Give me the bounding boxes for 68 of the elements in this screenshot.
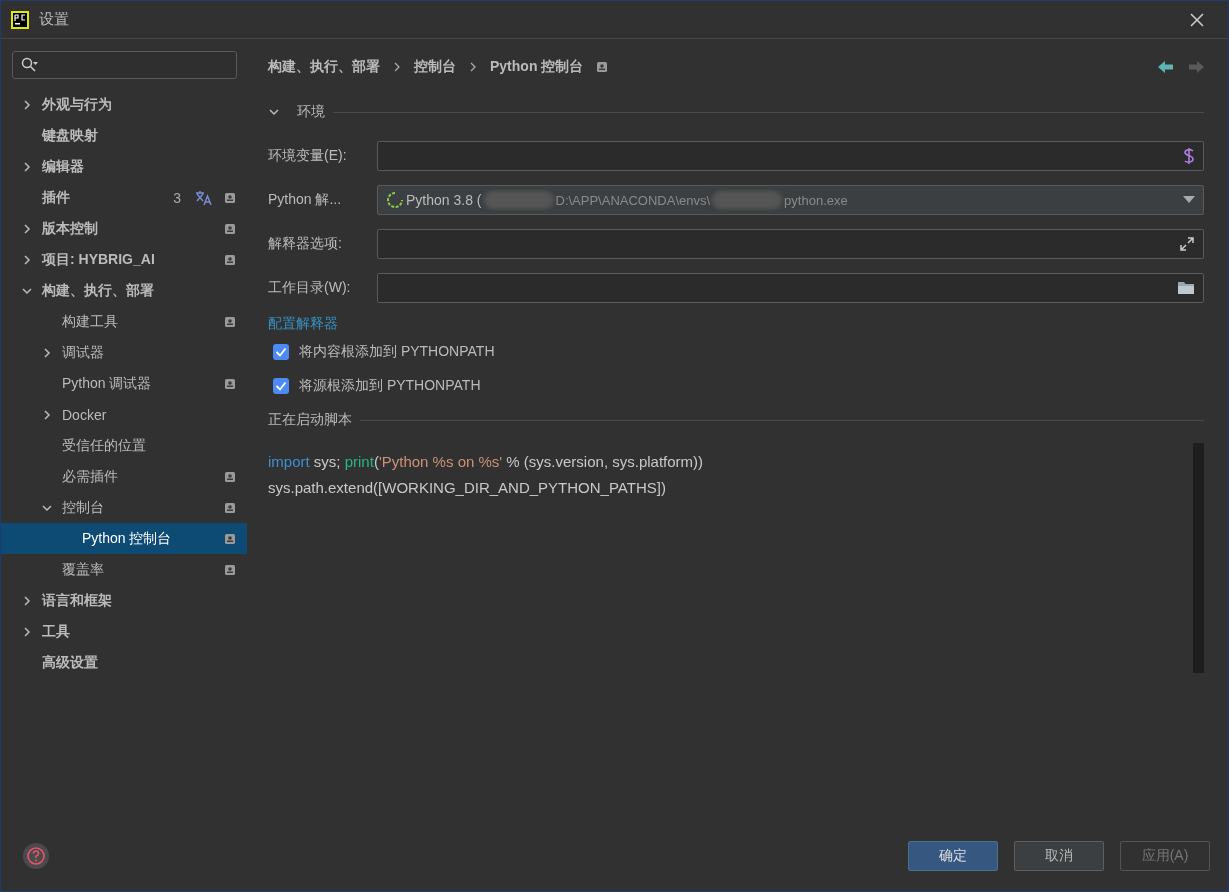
sidebar-item[interactable]: 高级设置	[1, 647, 247, 678]
sidebar-item[interactable]: Docker	[1, 399, 247, 430]
back-arrow-icon[interactable]	[1158, 60, 1174, 74]
plugin-count: 3	[173, 189, 181, 206]
search-icon	[21, 57, 39, 73]
breadcrumb-separator-icon	[394, 62, 400, 72]
sidebar-item[interactable]: 版本控制	[1, 213, 247, 244]
sidebar-item[interactable]: 构建工具	[1, 306, 247, 337]
field-label: 环境变量(E):	[268, 147, 348, 165]
chevron-down-icon[interactable]	[268, 106, 280, 118]
window-title: 设置	[39, 10, 70, 29]
chevron-right-icon[interactable]	[21, 98, 33, 111]
sidebar-item[interactable]: 键盘映射	[1, 120, 247, 151]
configure-interpreter-link[interactable]: 配置解释器	[268, 315, 338, 335]
sidebar-item[interactable]: 语言和框架	[1, 585, 247, 616]
sidebar-item[interactable]: 外观与行为	[1, 89, 247, 120]
field-label: 解释器选项:	[268, 235, 343, 253]
checkbox-label[interactable]: 将内容根添加到 PYTHONPATH	[299, 343, 495, 361]
close-icon[interactable]	[1190, 12, 1204, 27]
sidebar-item[interactable]: 工具	[1, 616, 247, 647]
field-label: 工作目录(W):	[268, 279, 352, 297]
chevron-right-icon[interactable]	[21, 594, 33, 607]
redaction-blur	[712, 191, 783, 209]
breadcrumb-separator-icon	[470, 62, 476, 72]
app-logo-icon	[11, 10, 29, 29]
python-env-icon	[386, 191, 404, 209]
breadcrumb-item: Python 控制台	[490, 58, 584, 76]
input-field[interactable]	[377, 229, 1204, 259]
sidebar-item[interactable]: Python 调试器	[1, 368, 247, 399]
sidebar-item[interactable]: 控制台	[1, 492, 247, 523]
chevron-right-icon[interactable]	[41, 408, 53, 421]
dialog-button[interactable]: 取消	[1014, 841, 1104, 871]
dialog-button[interactable]: 确定	[908, 841, 998, 871]
search-field[interactable]	[12, 51, 237, 79]
chevron-right-icon[interactable]	[21, 160, 33, 173]
breadcrumb-item[interactable]: 构建、执行、部署	[268, 58, 380, 76]
chevron-right-icon[interactable]	[21, 222, 33, 235]
dropdown-arrow-icon[interactable]	[1183, 196, 1195, 204]
checkbox-label[interactable]: 将源根添加到 PYTHONPATH	[299, 377, 481, 395]
expand-icon[interactable]	[1179, 236, 1195, 252]
breadcrumb-item[interactable]: 控制台	[414, 58, 456, 76]
sidebar-item[interactable]: 编辑器	[1, 151, 247, 182]
checkbox[interactable]	[273, 378, 289, 394]
sidebar-item[interactable]: Python 控制台	[1, 523, 247, 554]
sidebar-item[interactable]: 必需插件	[1, 461, 247, 492]
chevron-right-icon[interactable]	[21, 625, 33, 638]
chevron-right-icon[interactable]	[21, 253, 33, 266]
sidebar-item[interactable]: 受信任的位置	[1, 430, 247, 461]
sidebar-item[interactable]: 项目: HYBRIG_AI	[1, 244, 247, 275]
sidebar-item[interactable]: 构建、执行、部署	[1, 275, 247, 306]
dollar-icon[interactable]	[1183, 147, 1195, 165]
section-title: 正在启动脚本	[268, 411, 352, 429]
input-field[interactable]	[377, 141, 1204, 171]
project-scope-icon	[597, 62, 608, 72]
folder-icon[interactable]	[1177, 281, 1195, 295]
checkbox[interactable]	[273, 344, 289, 360]
section-title: 环境	[297, 103, 325, 121]
field-label: Python 解...	[268, 191, 343, 209]
redaction-blur	[483, 191, 554, 209]
code-line: sys.path.extend([WORKING_DIR_AND_PYTHON_PATHS])	[268, 478, 667, 498]
input-field[interactable]	[377, 273, 1204, 303]
help-icon[interactable]	[23, 843, 49, 869]
code-line: import sys; print('Python %s on %s' % (sys.version, sys.platform))	[268, 452, 705, 472]
chevron-right-icon[interactable]	[41, 346, 53, 359]
sidebar-item[interactable]: 调试器	[1, 337, 247, 368]
sidebar-item[interactable]: 覆盖率	[1, 554, 247, 585]
interpreter-dropdown[interactable]: Python 3.8 ( D:\APP\ANACONDA\envs\ python.exe	[377, 185, 1204, 215]
sidebar-item[interactable]: 插件 3	[1, 182, 247, 213]
